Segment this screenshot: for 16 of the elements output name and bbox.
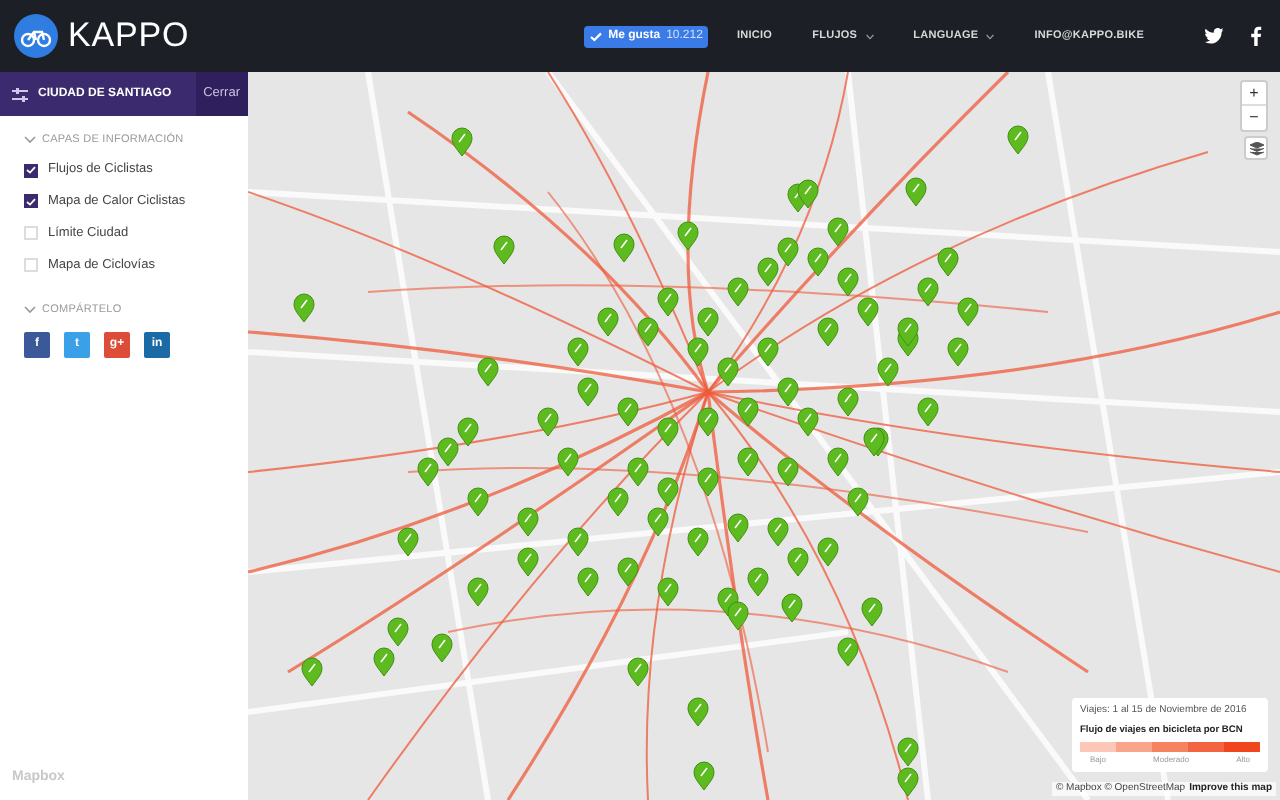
checkbox[interactable] <box>24 194 38 209</box>
zoom-in-button[interactable]: + <box>1242 82 1266 106</box>
logo-text: KAPPO <box>68 14 190 59</box>
bike-station-markers[interactable] <box>293 125 1029 797</box>
checkbox[interactable] <box>24 257 38 272</box>
facebook-icon[interactable] <box>1250 26 1262 46</box>
bicycle-logo-icon <box>14 14 58 58</box>
sliders-icon <box>12 87 28 101</box>
stack-icon <box>1249 141 1263 155</box>
check-icon <box>590 31 603 41</box>
layers-button[interactable] <box>1244 136 1268 160</box>
chevron-down-icon <box>24 136 36 145</box>
zoom-out-button[interactable]: − <box>1242 106 1266 130</box>
twitter-icon[interactable] <box>1204 28 1224 44</box>
chevron-down-icon <box>24 306 36 315</box>
checkbox[interactable] <box>24 226 38 241</box>
